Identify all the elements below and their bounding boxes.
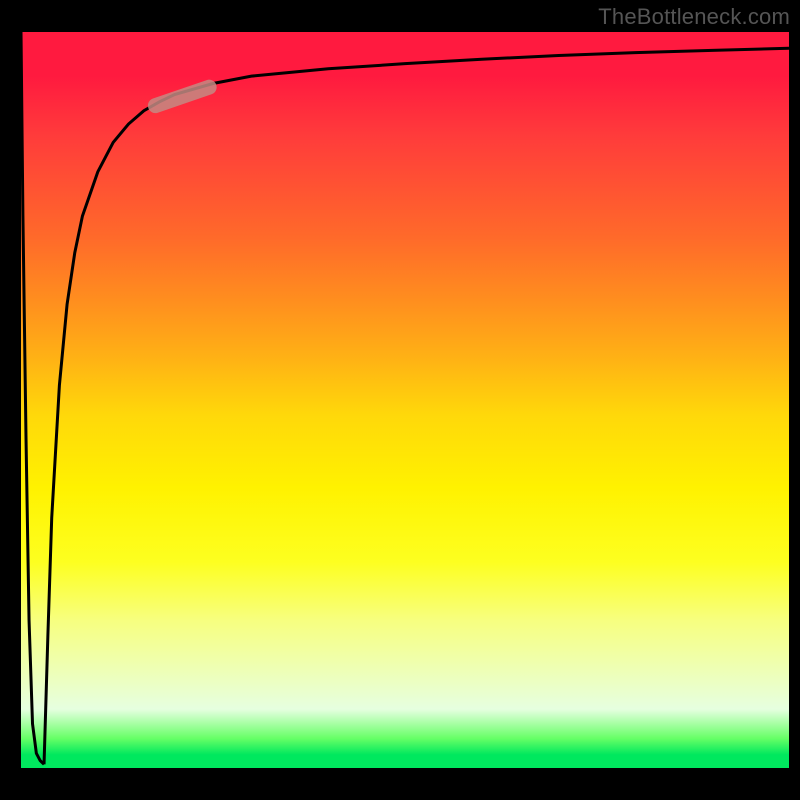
chart-frame: TheBottleneck.com: [0, 0, 800, 800]
plot-gradient-background: [21, 32, 789, 768]
attribution-text: TheBottleneck.com: [598, 6, 790, 28]
